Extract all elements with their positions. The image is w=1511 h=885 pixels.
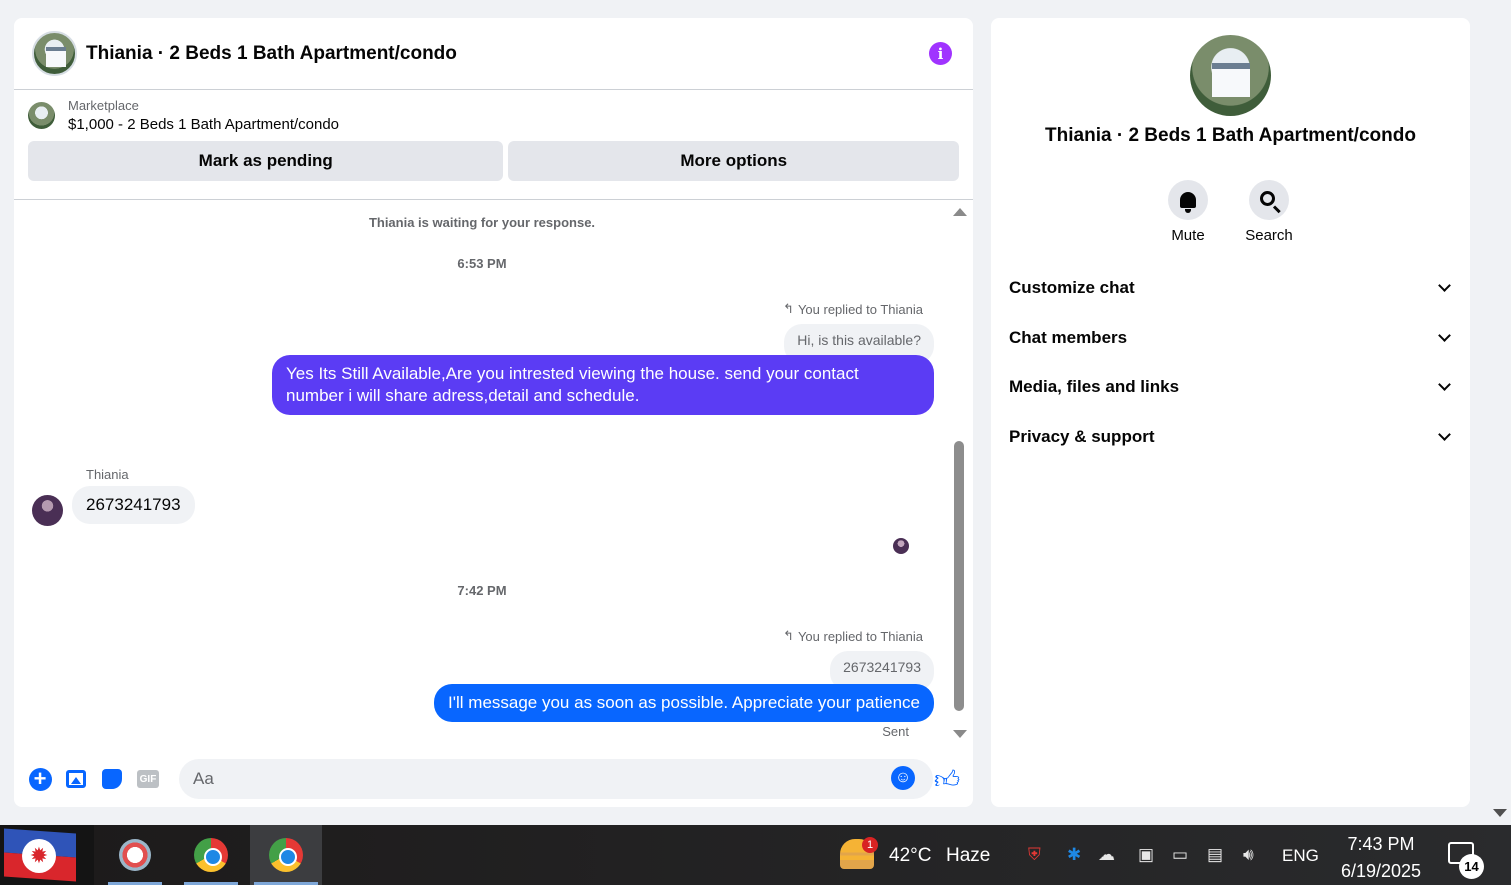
chat-panel: Thiania · 2 Beds 1 Bath Apartment/condo … (14, 18, 973, 807)
info-title: Thiania · 2 Beds 1 Bath Apartment/condo (1045, 125, 1416, 146)
scroll-up-arrow-icon[interactable] (953, 208, 967, 216)
message-status: Sent (882, 724, 909, 739)
section-media-files-links[interactable]: Media, files and links (1009, 377, 1455, 397)
weather-condition[interactable]: Haze (946, 845, 990, 867)
weather-badge: 1 (862, 837, 878, 853)
incoming-message[interactable]: 2673241793 (72, 486, 195, 524)
section-customize-chat[interactable]: Customize chat (1009, 278, 1455, 298)
chat-header: Thiania · 2 Beds 1 Bath Apartment/condo … (14, 18, 973, 90)
timestamp: 6:53 PM (457, 256, 507, 271)
scroll-down-arrow-icon[interactable] (1493, 809, 1507, 817)
taskbar-chrome-1[interactable] (180, 825, 242, 885)
info-icon[interactable]: i (929, 42, 952, 65)
network-icon[interactable]: ▤ (1207, 845, 1223, 865)
photo-icon[interactable] (63, 766, 89, 792)
message-input[interactable] (179, 759, 933, 799)
chevron-down-icon (1438, 279, 1451, 292)
emoji-icon[interactable]: ☺ (891, 766, 915, 790)
mute-label: Mute (1171, 227, 1205, 244)
temperature[interactable]: 42°C (889, 845, 931, 867)
listing-thumbnail[interactable] (28, 102, 55, 129)
flag-icon: ✹ (22, 839, 56, 873)
section-privacy-support[interactable]: Privacy & support (1009, 427, 1455, 447)
mute-button[interactable]: Mute (1158, 180, 1218, 244)
sticker-icon[interactable] (99, 766, 125, 792)
notification-count: 14 (1459, 854, 1484, 879)
taskbar-chrome-2[interactable] (250, 825, 322, 885)
chevron-down-icon (1438, 378, 1451, 391)
mark-as-pending-button[interactable]: Mark as pending (28, 141, 504, 181)
start-button[interactable]: ✹ (0, 825, 94, 885)
page-scrollbar[interactable] (1490, 0, 1511, 825)
listing-category: Marketplace (68, 98, 139, 113)
search-label: Search (1245, 227, 1293, 244)
conversation-avatar[interactable] (32, 31, 77, 76)
meet-now-icon[interactable]: ▣ (1138, 845, 1154, 865)
timestamp: 7:42 PM (457, 583, 507, 598)
marketplace-listing: Marketplace $1,000 - 2 Beds 1 Bath Apart… (14, 90, 973, 200)
conversation-title[interactable]: Thiania · 2 Beds 1 Bath Apartment/condo (86, 43, 929, 65)
bell-icon (1180, 192, 1196, 213)
security-shield-icon[interactable]: ⛨ (1028, 845, 1041, 865)
message-scrollbar[interactable] (952, 208, 967, 738)
chevron-down-icon (1438, 428, 1451, 441)
chrome-icon (194, 838, 228, 872)
waiting-notice: Thiania is waiting for your response. (368, 215, 596, 230)
input-language[interactable]: ENG (1282, 846, 1319, 866)
chevron-down-icon (1438, 329, 1451, 342)
chrome-profile-icon (269, 838, 303, 872)
bluetooth-icon[interactable]: ✱ (1067, 845, 1081, 865)
plus-icon[interactable]: + (27, 766, 53, 792)
thumbs-up-icon[interactable]: 👍︎ (934, 765, 960, 795)
message-composer: + GIF ☺ 👍︎ (14, 754, 973, 804)
message-list: Thiania is waiting for your response. 6:… (14, 202, 954, 752)
volume-icon[interactable]: 🔊︎ (1243, 845, 1254, 865)
battery-icon[interactable]: ▭ (1172, 845, 1188, 865)
sender-avatar[interactable] (32, 495, 63, 526)
clock-date: 6/19/2025 (1340, 861, 1422, 881)
outgoing-message[interactable]: Yes Its Still Available,Are you intreste… (272, 355, 934, 415)
reply-indicator: ↰ You replied to Thiania (783, 301, 923, 317)
seen-indicator-avatar (893, 538, 909, 554)
conversation-info-panel: Thiania · 2 Beds 1 Bath Apartment/condo … (991, 18, 1470, 807)
scroll-thumb[interactable] (954, 441, 964, 711)
taskbar-snipping-tool[interactable] (104, 825, 166, 885)
windows-taskbar: ✹ 1 42°C Haze ⛨ ✱ ☁ ▣ ▭ ▤ 🔊︎ ENG 7:43 PM… (0, 825, 1511, 885)
more-options-button[interactable]: More options (508, 141, 959, 181)
clock-time: 7:43 PM (1347, 834, 1415, 854)
section-chat-members[interactable]: Chat members (1009, 328, 1455, 348)
reply-arrow-icon: ↰ (783, 301, 794, 316)
reply-indicator: ↰ You replied to Thiania (783, 628, 923, 644)
outgoing-message[interactable]: I'll message you as soon as possible. Ap… (434, 684, 934, 722)
reply-arrow-icon: ↰ (783, 628, 794, 643)
info-avatar[interactable] (1190, 35, 1271, 116)
search-icon (1259, 190, 1275, 206)
system-clock[interactable]: 7:43 PM 6/19/2025 (1332, 831, 1430, 885)
scroll-down-arrow-icon[interactable] (953, 730, 967, 738)
listing-price-title[interactable]: $1,000 - 2 Beds 1 Bath Apartment/condo (68, 116, 339, 133)
snipping-tool-icon (119, 839, 151, 871)
reply-indicator-text: You replied to Thiania (797, 628, 923, 644)
search-button[interactable]: Search (1239, 180, 1299, 244)
onedrive-cloud-icon[interactable]: ☁ (1098, 845, 1115, 865)
gif-icon[interactable]: GIF (135, 766, 161, 792)
sender-name: Thiania (86, 467, 129, 482)
reply-indicator-text: You replied to Thiania (797, 301, 923, 317)
